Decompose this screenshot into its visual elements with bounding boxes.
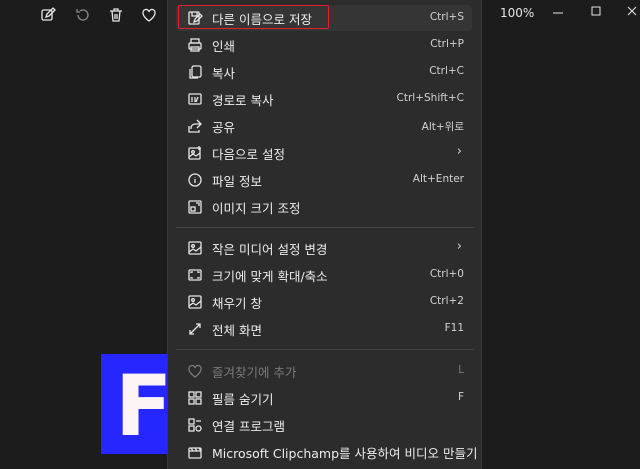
resize-icon (187, 199, 203, 215)
menu-item-shortcut: F (457, 391, 464, 403)
menu-item-label: 즐겨찾기에 추가 (212, 365, 297, 380)
preview-letter: F (115, 357, 167, 454)
menu-item-shortcut: Ctrl+C (429, 65, 464, 77)
menu-item-label: 이미지 크기 조정 (212, 201, 301, 216)
menu-item-fill[interactable]: 채우기 창 Ctrl+2 (176, 289, 472, 315)
menu-item-label: 공유 (212, 120, 236, 135)
heart-icon (187, 363, 203, 379)
fit-icon (187, 267, 203, 283)
menu-item-shortcut: Ctrl+Shift+C (396, 92, 464, 104)
menu-separator (176, 227, 474, 228)
menu-item-shortcut: Alt+Enter (412, 173, 464, 185)
close-icon[interactable] (626, 2, 638, 16)
menu-item-copy[interactable]: 복사 Ctrl+C (176, 59, 472, 85)
chevron-right-icon: › (456, 144, 462, 159)
menu-item-label: 복사 (212, 66, 236, 81)
menu-item-label: 크기에 맞게 확대/축소 (212, 269, 328, 284)
clipchamp-icon (187, 444, 203, 460)
menu-item-print[interactable]: 인쇄 Ctrl+P (176, 32, 472, 58)
menu-item-label: Microsoft Clipchamp를 사용하여 비디오 만들기 (212, 446, 478, 461)
delete-icon[interactable] (107, 6, 125, 24)
menu-separator (176, 349, 474, 350)
menu-item-small-media[interactable]: 작은 미디어 설정 변경 › (176, 235, 472, 261)
menu-item-copy-path[interactable]: 경로로 복사 Ctrl+Shift+C (176, 86, 472, 112)
open-with-icon (187, 417, 203, 433)
menu-item-label: 작은 미디어 설정 변경 (212, 242, 328, 257)
highlight-box (178, 5, 329, 29)
menu-item-shortcut: Ctrl+0 (429, 268, 464, 280)
menu-item-favorite[interactable]: 즐겨찾기에 추가 L (176, 358, 472, 384)
menu-item-filmstrip[interactable]: 필름 숨기기 F (176, 385, 472, 411)
image-preview: F (101, 354, 167, 454)
info-icon (187, 172, 203, 188)
print-icon (187, 37, 203, 53)
copy-icon (187, 64, 203, 80)
menu-item-shortcut: Ctrl+S (429, 11, 464, 23)
menu-item-shortcut: Alt+위로 (421, 121, 464, 133)
menu-item-fullscreen[interactable]: 전체 화면 F11 (176, 316, 472, 342)
menu-item-label: 필름 숨기기 (212, 392, 274, 407)
fullscreen-icon (187, 321, 203, 337)
menu-item-open-with[interactable]: 연결 프로그램 (176, 412, 472, 438)
menu-item-resize[interactable]: 이미지 크기 조정 (176, 194, 472, 220)
menu-item-label: 전체 화면 (212, 323, 262, 338)
context-menu: 다른 이름으로 저장 Ctrl+S 인쇄 Ctrl+P 복사 Ctrl+C 경로… (167, 0, 482, 469)
menu-item-shortcut: Ctrl+P (430, 38, 464, 50)
rotate-icon[interactable] (74, 6, 92, 24)
maximize-icon[interactable] (590, 2, 602, 16)
filmstrip-icon (187, 390, 203, 406)
share-icon (187, 118, 203, 134)
menu-item-file-info[interactable]: 파일 정보 Alt+Enter (176, 167, 472, 193)
menu-item-shortcut: F11 (444, 322, 464, 334)
menu-item-label: 파일 정보 (212, 174, 262, 189)
media-settings-icon (187, 240, 203, 256)
menu-item-label: 채우기 창 (212, 296, 262, 311)
menu-item-share[interactable]: 공유 Alt+위로 (176, 113, 472, 139)
menu-item-shortcut: L (458, 364, 464, 376)
minimize-icon[interactable] (552, 4, 564, 16)
edit-icon[interactable] (39, 6, 57, 24)
menu-item-label: 연결 프로그램 (212, 419, 285, 434)
menu-item-shortcut: Ctrl+2 (429, 295, 464, 307)
zoom-level[interactable]: 100% (500, 6, 534, 20)
chevron-right-icon: › (456, 239, 462, 254)
favorite-icon[interactable] (140, 6, 158, 24)
menu-item-fit[interactable]: 크기에 맞게 확대/축소 Ctrl+0 (176, 262, 472, 288)
menu-item-clipchamp[interactable]: Microsoft Clipchamp를 사용하여 비디오 만들기 (176, 439, 477, 465)
menu-item-label: 경로로 복사 (212, 93, 274, 108)
menu-item-set-as[interactable]: 다음으로 설정 › (176, 140, 472, 166)
copy-path-icon (187, 91, 203, 107)
menu-item-label: 다음으로 설정 (212, 147, 285, 162)
menu-item-label: 인쇄 (212, 39, 236, 54)
set-as-icon (187, 145, 203, 161)
fill-icon (187, 294, 203, 310)
